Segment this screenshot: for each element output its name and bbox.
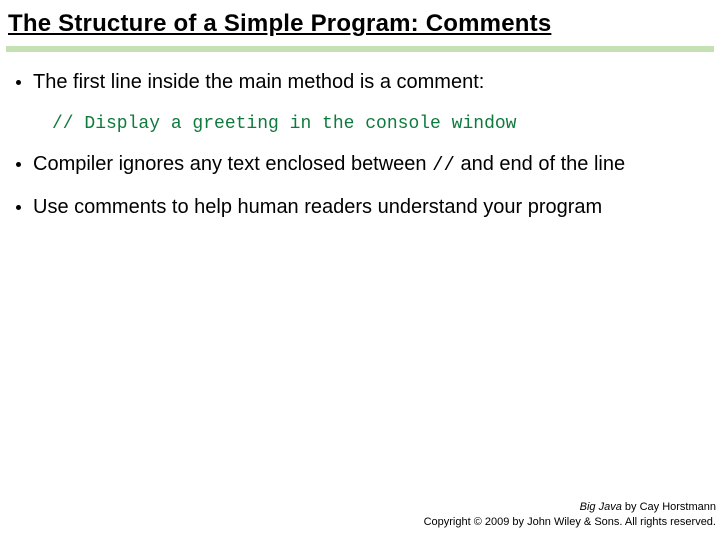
title-underline-bar: [6, 46, 714, 52]
bullet-text-post: and end of the line: [455, 153, 625, 175]
bullet-item: The first line inside the main method is…: [16, 70, 702, 96]
slide: The Structure of a Simple Program: Comme…: [0, 0, 720, 540]
bullet-dot-icon: [16, 205, 21, 210]
bullet-item: Compiler ignores any text enclosed betwe…: [16, 152, 702, 178]
slide-footer: Big Java by Cay Horstmann Copyright © 20…: [424, 500, 716, 530]
footer-book-title: Big Java: [580, 501, 622, 513]
bullet-text: The first line inside the main method is…: [33, 70, 702, 96]
footer-byline: by Cay Horstmann: [622, 501, 716, 513]
slide-title: The Structure of a Simple Program: Comme…: [6, 8, 714, 44]
code-comment-example: // Display a greeting in the console win…: [52, 114, 702, 134]
slide-content: The first line inside the main method is…: [6, 70, 714, 221]
bullet-text: Use comments to help human readers under…: [33, 195, 702, 221]
bullet-text-pre: Compiler ignores any text enclosed betwe…: [33, 153, 432, 175]
inline-code-slashes: //: [432, 154, 455, 176]
footer-line-1: Big Java by Cay Horstmann: [424, 500, 716, 515]
bullet-dot-icon: [16, 80, 21, 85]
bullet-text: Compiler ignores any text enclosed betwe…: [33, 152, 702, 178]
bullet-dot-icon: [16, 162, 21, 167]
footer-copyright: Copyright © 2009 by John Wiley & Sons. A…: [424, 515, 716, 530]
bullet-item: Use comments to help human readers under…: [16, 195, 702, 221]
